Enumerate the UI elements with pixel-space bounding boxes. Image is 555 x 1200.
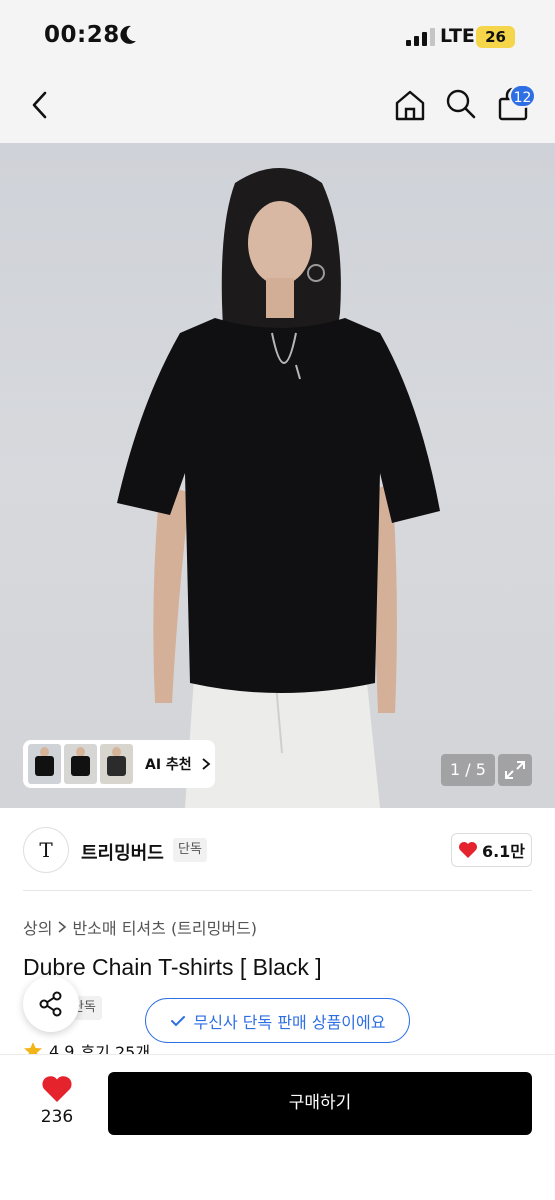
network-label: LTE [440, 25, 475, 47]
moon-icon [120, 25, 136, 44]
cart-count-badge: 12 [509, 84, 536, 108]
heart-icon [458, 842, 477, 858]
wish-count: 236 [40, 1107, 74, 1127]
share-button[interactable] [23, 976, 79, 1032]
product-image-carousel[interactable]: AI 추천 1 / 5 [0, 143, 555, 808]
ai-recommend-strip[interactable]: AI 추천 [23, 740, 215, 788]
thumbnail-image[interactable] [100, 744, 133, 784]
product-photo [117, 168, 440, 808]
image-page-counter: 1 / 5 [441, 754, 495, 786]
product-title: Dubre Chain T-shirts [ Black ] [23, 954, 322, 980]
buy-button[interactable]: 구매하기 [108, 1072, 532, 1135]
brand-like-button[interactable]: 6.1만 [451, 833, 532, 867]
breadcrumb-subcategory[interactable]: 반소매 티셔츠 (트리밍버드) [72, 915, 257, 939]
thumbnail-image[interactable] [28, 744, 61, 784]
status-bar: 00:28 LTE 26 [0, 0, 555, 70]
heart-icon[interactable] [41, 1075, 73, 1103]
status-time: 00:28 [44, 22, 120, 48]
brand-logo[interactable]: T [23, 827, 69, 873]
exclusive-badge: 단독 [173, 838, 207, 862]
home-icon[interactable] [392, 87, 428, 123]
chevron-right-icon [202, 758, 211, 770]
top-nav [0, 70, 555, 143]
exclusive-sale-banner[interactable]: 무신사 단독 판매 상품이에요 [145, 998, 410, 1043]
check-icon [170, 1015, 185, 1026]
brand-name[interactable]: 트리밍버드 [81, 839, 164, 865]
chevron-right-icon [58, 921, 67, 933]
expand-button[interactable] [498, 754, 532, 786]
divider [23, 890, 532, 891]
ai-recommend-label: AI 추천 [145, 757, 192, 773]
exclusive-sale-text: 무신사 단독 판매 상품이에요 [193, 1012, 386, 1032]
brand-like-count: 6.1만 [481, 842, 526, 861]
share-icon [39, 991, 62, 1017]
breadcrumb-category[interactable]: 상의 [23, 915, 52, 939]
thumbnail-image[interactable] [64, 744, 97, 784]
back-icon[interactable] [26, 88, 56, 122]
signal-icon [406, 28, 435, 46]
battery-indicator: 26 [476, 26, 515, 48]
search-icon[interactable] [444, 87, 478, 121]
expand-icon [505, 761, 525, 779]
breadcrumb: 상의 반소매 티셔츠 (트리밍버드) [23, 915, 257, 939]
